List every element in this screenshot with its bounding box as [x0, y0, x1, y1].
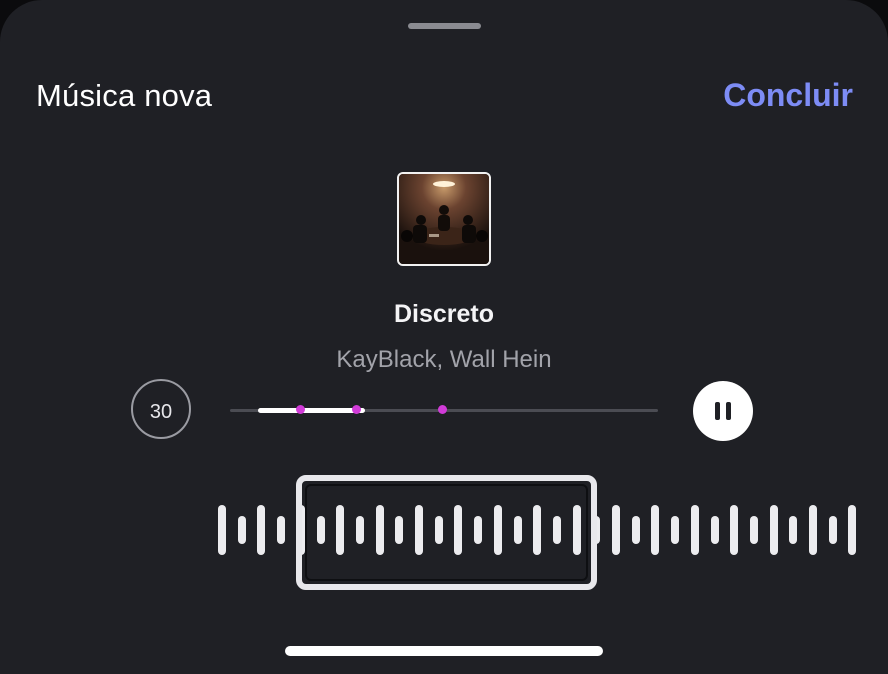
- album-cover: [397, 172, 491, 266]
- sheet-grabber[interactable]: [408, 23, 481, 29]
- done-button[interactable]: Concluir: [723, 77, 853, 114]
- progress-fill: [258, 408, 365, 413]
- waveform-bar: [612, 505, 620, 555]
- pause-button[interactable]: [693, 381, 753, 441]
- page-title: Música nova: [36, 78, 213, 113]
- waveform-bar: [711, 516, 719, 544]
- waveform-bar: [632, 516, 640, 544]
- waveform-bar: [651, 505, 659, 555]
- waveform-bar: [789, 516, 797, 544]
- add-music-sheet: Música nova Concluir Discreto KayBlack, …: [0, 0, 888, 674]
- waveform-bar: [691, 505, 699, 555]
- waveform-bar: [257, 505, 265, 555]
- song-artist: KayBlack, Wall Hein: [336, 346, 552, 373]
- waveform-bar: [730, 505, 738, 555]
- waveform-bar: [277, 516, 285, 544]
- waveform-bar: [829, 516, 837, 544]
- clip-selection-handle[interactable]: [296, 475, 597, 590]
- progress-marker: [296, 405, 305, 414]
- clip-selection-inner: [305, 484, 588, 581]
- song-title: Discreto: [393, 300, 495, 328]
- waveform-bar: [750, 516, 758, 544]
- pause-icon-bar: [726, 402, 731, 420]
- progress-track[interactable]: [230, 405, 658, 414]
- waveform-bar: [671, 516, 679, 544]
- waveform-bar: [848, 505, 856, 555]
- waveform-bar: [770, 505, 778, 555]
- album-cover-image: [399, 174, 489, 264]
- home-indicator: [285, 646, 603, 656]
- waveform-bar: [218, 505, 226, 555]
- progress-marker: [438, 405, 447, 414]
- waveform-bar: [809, 505, 817, 555]
- pause-icon: [715, 402, 720, 420]
- waveform-bar: [238, 516, 246, 544]
- skip-30-button[interactable]: 30: [131, 379, 191, 439]
- progress-marker: [352, 405, 361, 414]
